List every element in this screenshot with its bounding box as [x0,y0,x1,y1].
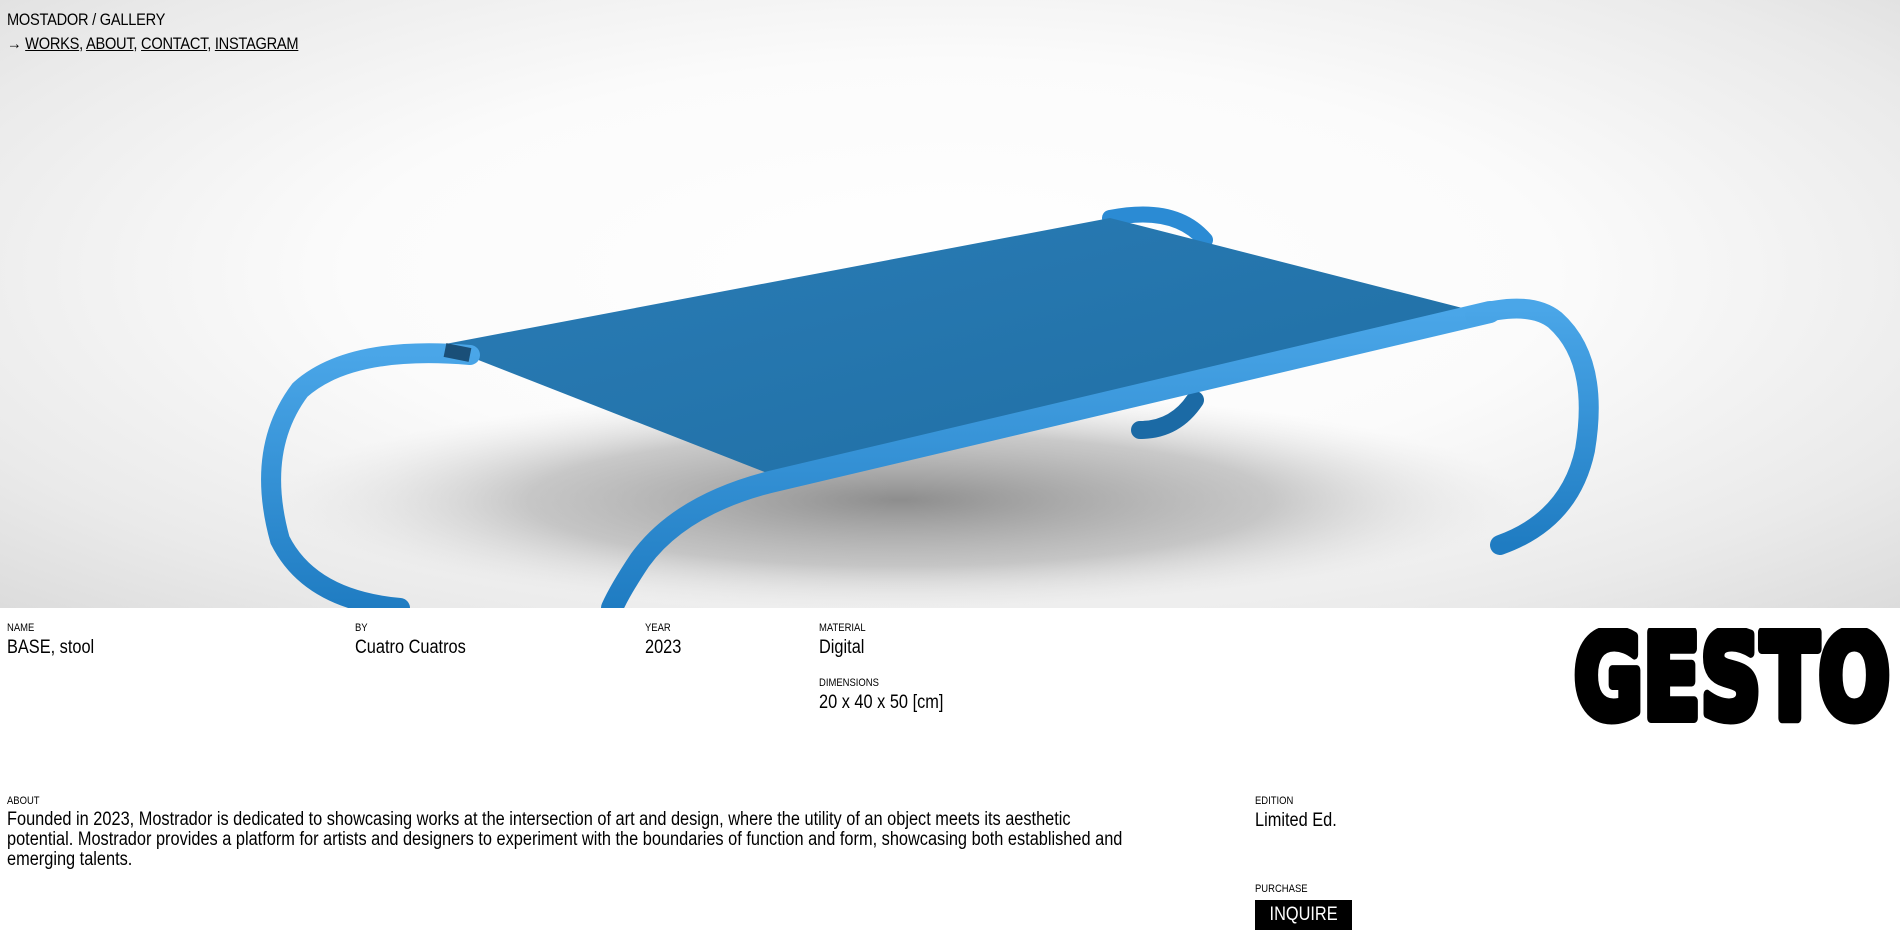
about-text: Founded in 2023, Mostrador is dedicated … [7,809,1123,870]
nav-link-works[interactable]: WORKS [25,34,79,53]
hero-image: MOSTADOR / GALLERY → WORKS, ABOUT, CONTA… [0,0,1900,608]
site-title: MOSTADOR / GALLERY [7,10,166,29]
name-field: NAME BASE, stool [7,622,108,659]
about-label: ABOUT [7,795,40,807]
gesto-logo: GESTO [1569,603,1895,751]
left-tube-joint [443,343,472,362]
material-value: Digital [819,637,865,658]
main-nav: → WORKS, ABOUT, CONTACT, INSTAGRAM [7,32,299,56]
inquire-button-label: INQUIRE [1269,904,1338,925]
dimensions-field: DIMENSIONS 20 x 40 x 50 [cm] [819,677,964,714]
nav-separator: , [207,34,212,53]
nav-link-about[interactable]: ABOUT [86,34,134,53]
year-label: YEAR [645,622,671,634]
edition-value: Limited Ed. [1255,810,1337,831]
nav-separator: , [133,34,138,53]
nav-link-contact[interactable]: CONTACT [141,34,207,53]
dimensions-label: DIMENSIONS [819,677,879,689]
name-value: BASE, stool [7,637,95,658]
dimensions-value: 20 x 40 x 50 [cm] [819,692,944,713]
stool-render [261,206,1599,608]
by-field: BY Cuatro Cuatros [355,622,484,659]
nav-arrow-icon: → [7,34,22,53]
name-label: NAME [7,622,35,634]
material-label: MATERIAL [819,622,866,634]
edition-label: EDITION [1255,795,1294,807]
nav-separator: , [79,34,83,53]
year-value: 2023 [645,637,682,658]
site-header: MOSTADOR / GALLERY → WORKS, ABOUT, CONTA… [7,8,299,56]
purchase-label: PURCHASE [1255,883,1308,895]
gesto-logo-text: GESTO [1574,628,1890,728]
by-label: BY [355,622,368,634]
year-field: YEAR 2023 [645,622,687,659]
purchase-field: PURCHASE INQUIRE [1255,883,1353,930]
edition-field: EDITION Limited Ed. [1255,795,1350,832]
about-section: ABOUT Founded in 2023, Mostrador is dedi… [7,795,1317,870]
material-field: MATERIAL Digital [819,622,873,659]
gesto-logo-mark: GESTO [1569,603,1895,751]
inquire-button[interactable]: INQUIRE [1255,900,1353,930]
nav-link-instagram[interactable]: INSTAGRAM [215,34,299,53]
by-value: Cuatro Cuatros [355,637,466,658]
